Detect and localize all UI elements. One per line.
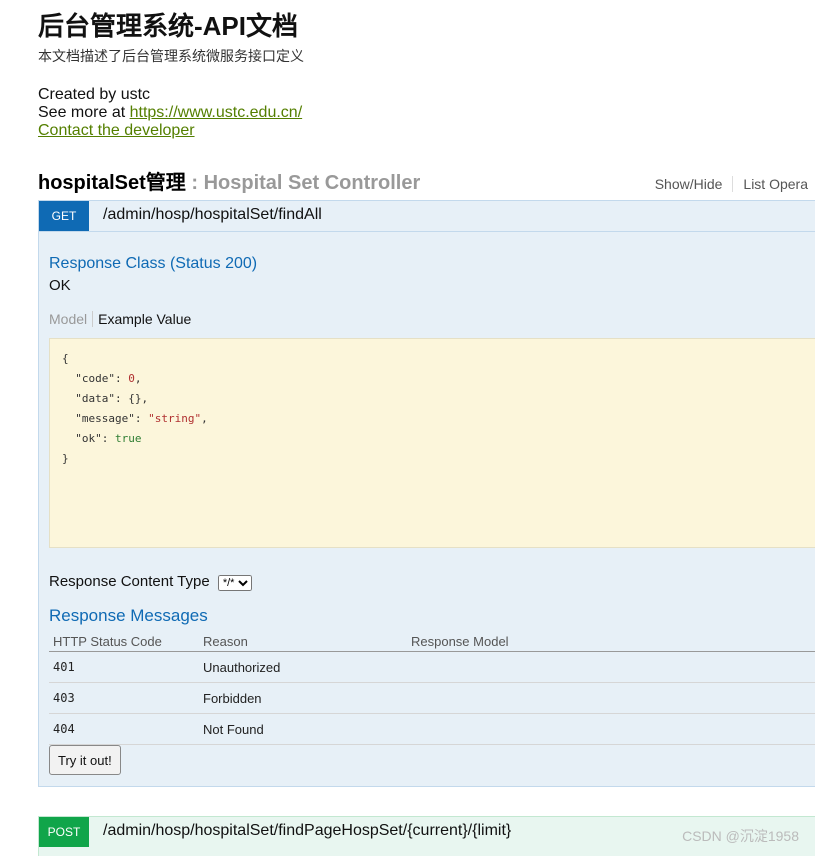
json-close: } bbox=[62, 452, 69, 465]
operation-get-findall: GET /admin/hosp/hospitalSet/findAll Resp… bbox=[38, 200, 815, 787]
table-row: 404 Not Found bbox=[49, 713, 815, 745]
json-open: { bbox=[62, 352, 69, 365]
json-key-code: "code" bbox=[75, 372, 115, 385]
operation-header[interactable]: GET /admin/hosp/hospitalSet/findAll bbox=[39, 201, 815, 232]
json-val-code: 0 bbox=[128, 372, 135, 385]
watermark: CSDN @沉淀1958 bbox=[682, 828, 799, 844]
controller-name: hospitalSet管理 bbox=[38, 172, 186, 194]
reason-cell: Not Found bbox=[199, 713, 407, 745]
example-value-code: { "code": 0, "data": {}, "message": "str… bbox=[49, 338, 815, 548]
controller-ops: Show/Hide List Opera bbox=[645, 176, 815, 192]
tab-example-value[interactable]: Example Value bbox=[93, 311, 191, 327]
status-code-cell: 404 bbox=[49, 713, 199, 745]
response-messages-title: Response Messages bbox=[49, 606, 208, 625]
status-code-cell: 403 bbox=[49, 682, 199, 714]
contact: Contact the developer bbox=[38, 122, 302, 140]
contact-developer-link[interactable]: Contact the developer bbox=[38, 122, 195, 139]
response-content-type-label: Response Content Type bbox=[49, 573, 210, 590]
response-content-type-select[interactable]: */* bbox=[217, 575, 252, 591]
controller-subtitle: : Hospital Set Controller bbox=[185, 172, 421, 194]
swagger-page: 后台管理系统-API文档 本文档描述了后台管理系统微服务接口定义 Created… bbox=[0, 0, 815, 856]
json-key-data: "data" bbox=[75, 392, 115, 405]
doc-title: 后台管理系统-API文档 bbox=[38, 11, 299, 41]
th-response-model: Response Model bbox=[407, 631, 815, 652]
see-more-link[interactable]: https://www.ustc.edu.cn/ bbox=[130, 104, 303, 121]
response-class-title: Response Class (Status 200) bbox=[49, 255, 258, 272]
json-val-ok: true bbox=[115, 432, 142, 445]
json-key-message: "message" bbox=[75, 412, 135, 425]
table-header-row: HTTP Status Code Reason Response Model bbox=[49, 631, 815, 652]
th-status-code: HTTP Status Code bbox=[49, 631, 199, 652]
th-reason: Reason bbox=[199, 631, 407, 652]
doc-info: Created by ustc See more at https://www.… bbox=[38, 86, 302, 140]
model-cell bbox=[407, 651, 815, 683]
controller-title[interactable]: hospitalSet管理 : Hospital Set Controller bbox=[38, 166, 420, 195]
operation-path[interactable]: /admin/hosp/hospitalSet/findPageHospSet/… bbox=[103, 822, 511, 840]
list-operations-link[interactable]: List Opera bbox=[732, 176, 815, 192]
reason-cell: Forbidden bbox=[199, 682, 407, 714]
try-it-out-button[interactable]: Try it out! bbox=[49, 745, 121, 775]
method-badge-get[interactable]: GET bbox=[39, 201, 89, 231]
status-code-cell: 401 bbox=[49, 651, 199, 683]
response-messages-table: HTTP Status Code Reason Response Model 4… bbox=[49, 631, 815, 745]
see-more: See more at https://www.ustc.edu.cn/ bbox=[38, 104, 302, 122]
created-by: Created by ustc bbox=[38, 86, 151, 103]
model-cell bbox=[407, 682, 815, 714]
reason-cell: Unauthorized bbox=[199, 651, 407, 683]
tab-model[interactable]: Model bbox=[49, 311, 94, 327]
doc-description: 本文档描述了后台管理系统微服务接口定义 bbox=[38, 48, 304, 64]
model-tabs: Model Example Value bbox=[49, 311, 191, 327]
see-more-prefix: See more at bbox=[38, 104, 130, 121]
operation-path[interactable]: /admin/hosp/hospitalSet/findAll bbox=[103, 206, 322, 224]
model-cell bbox=[407, 713, 815, 745]
table-row: 403 Forbidden bbox=[49, 682, 815, 714]
response-content-type: Response Content Type */* bbox=[49, 573, 252, 591]
method-badge-post[interactable]: POST bbox=[39, 817, 89, 847]
table-row: 401 Unauthorized bbox=[49, 651, 815, 683]
response-status: OK bbox=[49, 277, 71, 294]
json-val-data: {} bbox=[128, 392, 142, 405]
json-key-ok: "ok" bbox=[75, 432, 102, 445]
json-val-message: "string" bbox=[148, 412, 202, 425]
controller-header: hospitalSet管理 : Hospital Set Controller … bbox=[38, 166, 815, 194]
show-hide-link[interactable]: Show/Hide bbox=[645, 176, 733, 192]
